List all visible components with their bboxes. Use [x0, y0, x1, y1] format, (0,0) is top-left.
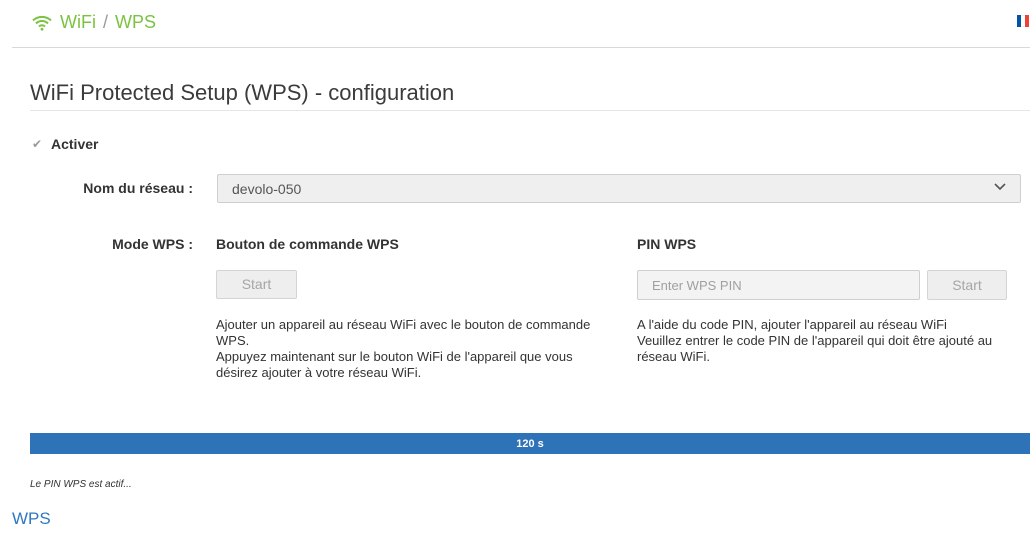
activate-label: Activer: [51, 136, 99, 152]
breadcrumb-wifi-link[interactable]: WiFi: [60, 12, 96, 33]
push-button-heading: Bouton de commande WPS: [216, 236, 399, 252]
wps-mode-label: Mode WPS :: [112, 236, 193, 252]
network-name-label: Nom du réseau :: [83, 180, 193, 196]
chevron-down-icon: [994, 183, 1006, 191]
network-name-value: devolo-050: [232, 181, 302, 197]
footer-wps-link[interactable]: WPS: [12, 509, 51, 529]
pin-description: A l'aide du code PIN, ajouter l'appareil…: [637, 317, 1017, 365]
breadcrumb-separator: /: [102, 12, 108, 32]
push-button-description-line1: Ajouter un appareil au réseau WiFi avec …: [216, 317, 591, 348]
pin-description-line1: A l'aide du code PIN, ajouter l'appareil…: [637, 317, 947, 332]
push-button-start-button[interactable]: Start: [216, 270, 297, 299]
top-bar: WiFi / WPS ▾: [12, 0, 1030, 48]
title-divider: [30, 110, 1030, 111]
breadcrumb: WiFi / WPS: [32, 12, 156, 33]
wifi-icon: [32, 15, 52, 31]
activate-checkbox-row[interactable]: ✔ Activer: [32, 136, 98, 152]
pin-description-line2: Veuillez entrer le code PIN de l'apparei…: [637, 333, 993, 364]
pin-start-button[interactable]: Start: [927, 270, 1007, 300]
wps-pin-input[interactable]: [637, 270, 920, 300]
activate-checkbox[interactable]: ✔: [32, 138, 43, 150]
breadcrumb-current: WPS: [115, 12, 157, 32]
wps-progress-label: 120 s: [516, 437, 544, 450]
page-title: WiFi Protected Setup (WPS) - configurati…: [30, 80, 455, 105]
wps-progress-fill: 120 s: [30, 433, 1030, 454]
push-button-description-line2: Appuyez maintenant sur le bouton WiFi de…: [216, 349, 573, 380]
wps-status-message: Le PIN WPS est actif...: [30, 479, 132, 490]
wps-progress-bar: 120 s: [30, 433, 1030, 454]
network-name-select[interactable]: devolo-050: [217, 174, 1021, 203]
wps-config-page: WiFi / WPS ▾ WiFi Protected Setup (WPS) …: [0, 0, 1030, 533]
pin-heading: PIN WPS: [637, 236, 697, 252]
language-selector[interactable]: ▾: [1017, 14, 1030, 28]
push-button-description: Ajouter un appareil au réseau WiFi avec …: [216, 317, 606, 381]
